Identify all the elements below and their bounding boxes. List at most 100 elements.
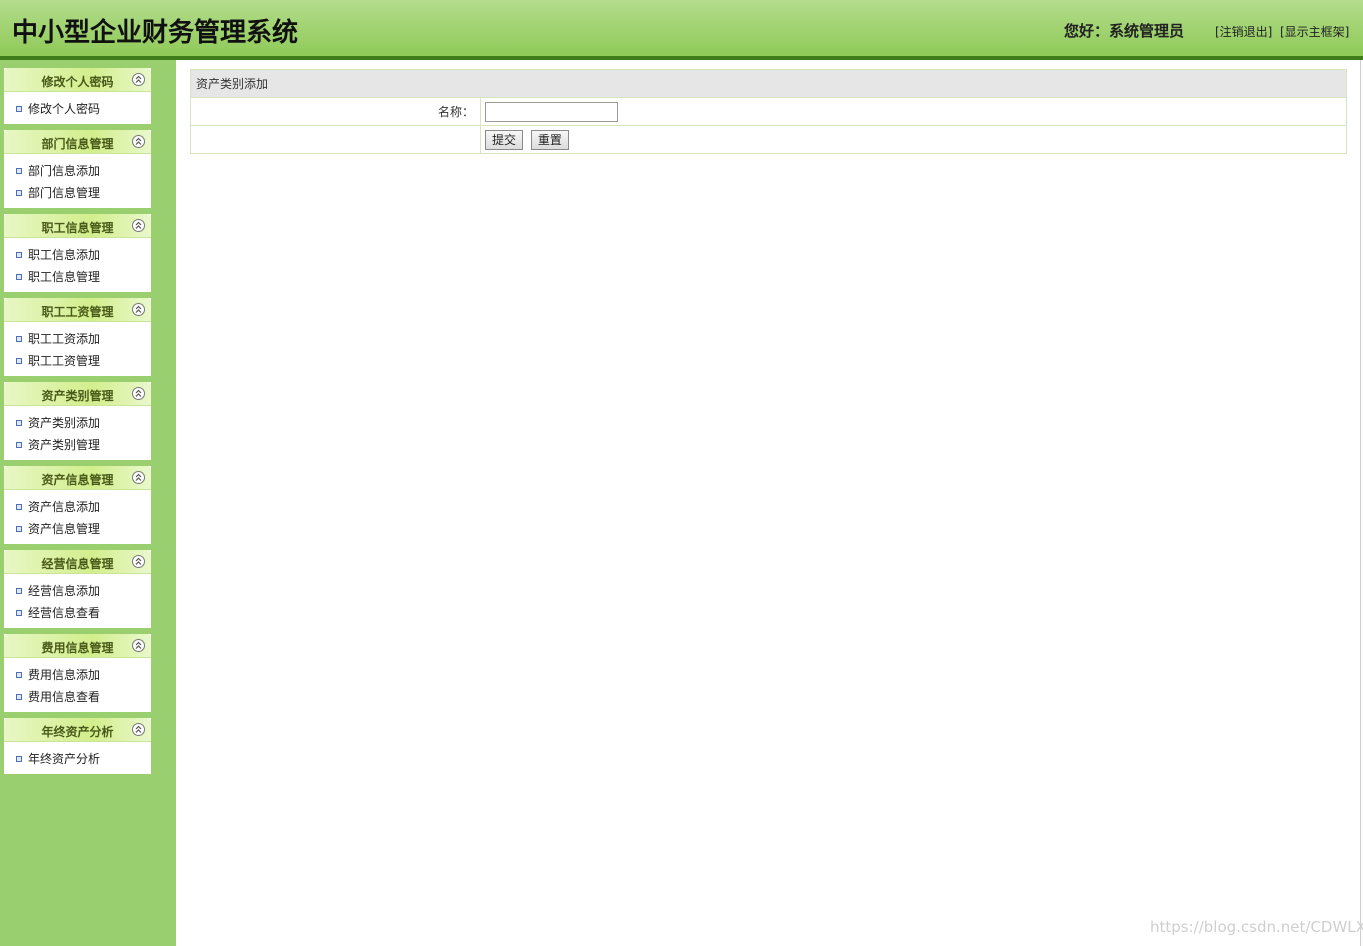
sidebar-panel-body: 经营信息添加经营信息查看 [4,574,151,628]
sidebar-panel-title: 职工信息管理 [41,221,114,235]
name-input[interactable] [485,101,618,122]
square-bullet-icon [16,274,22,280]
sidebar-panel-body: 年终资产分析 [4,742,151,774]
sidebar-panel-header[interactable]: 经营信息管理 [4,550,151,574]
square-bullet-icon [16,420,22,426]
sidebar-item-label: 费用信息添加 [28,668,101,682]
sidebar-panel: 年终资产分析 年终资产分析 [4,718,151,774]
sidebar-panel: 职工信息管理 职工信息添加 职工信息管理 [4,214,151,292]
sidebar-item-label: 资产类别添加 [28,416,101,430]
show-main-frame-link[interactable]: [显示主框架] [1280,23,1349,40]
sidebar-item[interactable]: 职工信息添加 [4,244,151,266]
sidebar-item[interactable]: 资产类别添加 [4,412,151,434]
square-bullet-icon [16,610,22,616]
name-label: 名称： [190,97,481,126]
logout-link[interactable]: [注销退出] [1215,23,1272,40]
sidebar-panel-header[interactable]: 职工信息管理 [4,214,151,238]
sidebar-item-label: 经营信息查看 [28,606,101,620]
sidebar-item[interactable]: 费用信息添加 [4,664,151,686]
sidebar-panel-title: 经营信息管理 [41,557,114,571]
sidebar-item-label: 年终资产分析 [28,752,101,766]
watermark: https://blog.csdn.net/CDWLX [1150,918,1363,936]
sidebar-panel-title: 资产信息管理 [41,473,114,487]
square-bullet-icon [16,756,22,762]
sidebar-item-label: 职工工资管理 [28,354,101,368]
main-content: 资产类别添加 名称： 提交 重置 [190,69,1347,154]
sidebar-item-label: 修改个人密码 [28,102,101,116]
double-chevron-up-icon[interactable] [132,219,145,232]
sidebar-item-label: 职工工资添加 [28,332,101,346]
header-divider [0,56,1363,60]
sidebar-panel-title: 年终资产分析 [41,725,114,739]
square-bullet-icon [16,336,22,342]
sidebar-panel: 职工工资管理 职工工资添加 职工工资管理 [4,298,151,376]
sidebar-panel-body: 资产类别添加 资产类别管理 [4,406,151,460]
reset-button[interactable]: 重置 [530,129,569,150]
sidebar-item[interactable]: 部门信息添加 [4,160,151,182]
sidebar-item[interactable]: 年终资产分析 [4,748,151,770]
sidebar-panel-title: 费用信息管理 [41,641,114,655]
sidebar-item[interactable]: 修改个人密码 [4,98,151,120]
sidebar-panel-title: 部门信息管理 [41,137,114,151]
sidebar-item-label: 资产信息管理 [28,522,101,536]
double-chevron-up-icon[interactable] [132,387,145,400]
double-chevron-up-icon[interactable] [132,135,145,148]
sidebar-panel-header[interactable]: 修改个人密码 [4,68,151,92]
form-heading: 资产类别添加 [190,69,1347,98]
sidebar-panel: 资产类别管理 资产类别添加 资产类别管理 [4,382,151,460]
scrollbar-edge [1360,60,1361,946]
square-bullet-icon [16,442,22,448]
sidebar-item[interactable]: 职工信息管理 [4,266,151,288]
sidebar-panel-header[interactable]: 资产类别管理 [4,382,151,406]
sidebar-panel: 经营信息管理经营信息添加经营信息查看 [4,550,151,628]
sidebar-panel-header[interactable]: 费用信息管理 [4,634,151,658]
sidebar-item[interactable]: 费用信息查看 [4,686,151,708]
square-bullet-icon [16,168,22,174]
submit-button[interactable]: 提交 [485,129,524,150]
sidebar-panel-body: 修改个人密码 [4,92,151,124]
app-title: 中小型企业财务管理系统 [12,18,299,48]
sidebar-item[interactable]: 资产信息管理 [4,518,151,540]
app-header: 中小型企业财务管理系统 您好：系统管理员 [注销退出] [显示主框架] [0,0,1363,56]
sidebar-panel-header[interactable]: 职工工资管理 [4,298,151,322]
square-bullet-icon [16,252,22,258]
sidebar-item-label: 部门信息管理 [28,186,101,200]
sidebar-panel-header[interactable]: 部门信息管理 [4,130,151,154]
sidebar-panel-body: 部门信息添加部门信息管理 [4,154,151,208]
sidebar-panel-body: 职工信息添加职工信息管理 [4,238,151,292]
sidebar-panel-body: 资产信息添加资产信息管理 [4,490,151,544]
sidebar-item[interactable]: 职工工资添加 [4,328,151,350]
sidebar-panel: 资产信息管理 资产信息添加 资产信息管理 [4,466,151,544]
square-bullet-icon [16,106,22,112]
sidebar-panel: 修改个人密码 修改个人密码 [4,68,151,124]
sidebar-panel-header[interactable]: 年终资产分析 [4,718,151,742]
double-chevron-up-icon[interactable] [132,303,145,316]
user-greeting: 您好：系统管理员 [1064,22,1185,40]
square-bullet-icon [16,190,22,196]
sidebar-item[interactable]: 经营信息添加 [4,580,151,602]
sidebar-item[interactable]: 资产信息添加 [4,496,151,518]
sidebar-panel: 部门信息管理 部门信息添加 部门信息管理 [4,130,151,208]
double-chevron-up-icon[interactable] [132,639,145,652]
sidebar-panel-body: 职工工资添加 职工工资管理 [4,322,151,376]
sidebar-item-label: 资产类别管理 [28,438,101,452]
sidebar-item[interactable]: 经营信息查看 [4,602,151,624]
sidebar-panel-title: 资产类别管理 [41,389,114,403]
actions-label-cell [190,125,481,154]
sidebar-panel-header[interactable]: 资产信息管理 [4,466,151,490]
sidebar-item[interactable]: 部门信息管理 [4,182,151,204]
sidebar-item-label: 职工信息添加 [28,248,101,262]
double-chevron-up-icon[interactable] [132,555,145,568]
double-chevron-up-icon[interactable] [132,73,145,86]
name-field-cell [480,97,1347,126]
actions-cell: 提交 重置 [480,125,1347,154]
sidebar-panel: 费用信息管理费用信息添加 费用信息查看 [4,634,151,712]
sidebar-item-label: 费用信息查看 [28,690,101,704]
double-chevron-up-icon[interactable] [132,723,145,736]
sidebar-item[interactable]: 职工工资管理 [4,350,151,372]
sidebar-item[interactable]: 资产类别管理 [4,434,151,456]
sidebar: 修改个人密码 修改个人密码 部门信息管理 部门信息添加 部门信息管理 职工信息管理 职工信息… [0,60,176,946]
double-chevron-up-icon[interactable] [132,471,145,484]
square-bullet-icon [16,358,22,364]
square-bullet-icon [16,504,22,510]
